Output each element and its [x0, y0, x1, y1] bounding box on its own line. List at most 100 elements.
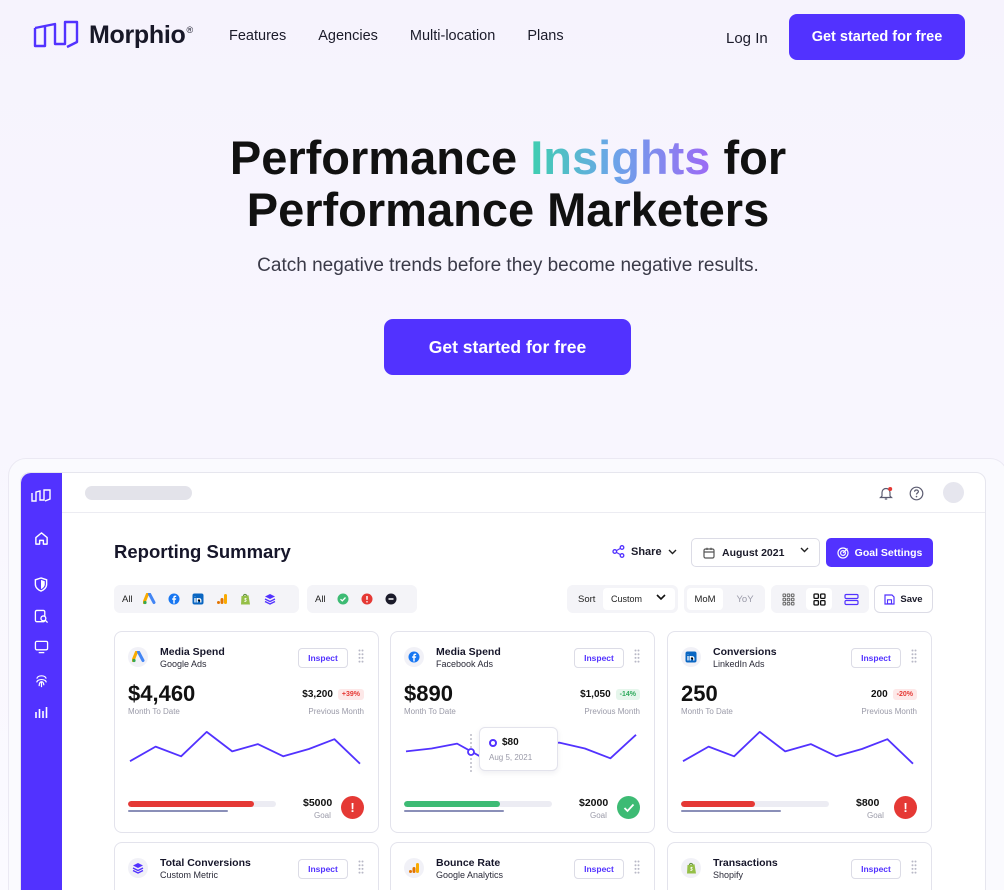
nav-links: Features Agencies Multi-location Plans: [229, 28, 596, 44]
nav-link-plans[interactable]: Plans: [527, 28, 563, 44]
sidebar-logo-icon[interactable]: [31, 486, 51, 506]
goal-settings-label: Goal Settings: [854, 546, 923, 559]
tooltip-value: $80: [502, 737, 519, 748]
change-badge: -20%: [892, 689, 917, 700]
nav-link-features[interactable]: Features: [229, 28, 286, 44]
save-icon: [884, 593, 896, 605]
goal-settings-button[interactable]: Goal Settings: [826, 538, 933, 567]
filter-all-status[interactable]: All: [315, 594, 326, 605]
tooltip-dot: [489, 739, 497, 747]
card-source: Facebook Ads: [436, 659, 494, 669]
check-circle-icon[interactable]: [336, 592, 350, 606]
shopify-icon[interactable]: [239, 592, 253, 606]
card-value-label: Month To Date: [681, 707, 733, 716]
card-previous-label: Previous Month: [584, 707, 640, 716]
share-label: Share: [631, 545, 662, 558]
date-label: August 2021: [722, 546, 785, 559]
card-previous: 200 -20%: [871, 689, 917, 700]
card-value-label: Month To Date: [128, 707, 180, 716]
layers-icon[interactable]: [263, 592, 277, 606]
analytics-icon[interactable]: [215, 592, 229, 606]
sort-select[interactable]: Custom: [603, 588, 675, 610]
nav-get-started-button[interactable]: Get started for free: [789, 14, 965, 60]
save-button[interactable]: Save: [874, 585, 933, 613]
metric-card-google-media-spend: Media Spend Google Ads Inspect $4,460 Mo…: [114, 631, 379, 833]
check-icon[interactable]: [617, 796, 640, 819]
analytics-icon: [404, 858, 424, 878]
chart-tooltip: $80 Aug 5, 2021: [479, 727, 558, 771]
report-search-icon[interactable]: [31, 606, 51, 626]
card-previous: $3,200 +39%: [302, 689, 364, 700]
card-title: Bounce Rate: [436, 857, 501, 869]
google-ads-icon: [128, 647, 148, 667]
sort-control: Sort Custom: [567, 585, 678, 613]
linkedin-icon[interactable]: [191, 592, 205, 606]
drag-handle-icon[interactable]: [911, 860, 917, 874]
previous-progress-line: [128, 810, 228, 812]
drag-handle-icon[interactable]: [358, 649, 364, 663]
card-previous-label: Previous Month: [861, 707, 917, 716]
view-mode-toggle: [771, 585, 869, 613]
platform-filter-group: All: [114, 585, 299, 613]
inspect-button[interactable]: Inspect: [298, 648, 348, 668]
inspect-button[interactable]: Inspect: [851, 859, 901, 879]
alert-circle-icon[interactable]: [360, 592, 374, 606]
nav-link-multi-location[interactable]: Multi-location: [410, 28, 495, 44]
card-title: Total Conversions: [160, 857, 251, 869]
shield-icon[interactable]: [31, 574, 51, 594]
card-source: Google Analytics: [436, 870, 504, 880]
card-title: Conversions: [713, 646, 777, 658]
home-icon[interactable]: [31, 528, 51, 548]
layers-icon: [128, 858, 148, 878]
bell-icon[interactable]: [877, 484, 895, 502]
grid-view-icon[interactable]: [806, 588, 832, 610]
hero-get-started-button[interactable]: Get started for free: [384, 319, 631, 375]
card-source: Google Ads: [160, 659, 207, 669]
share-button[interactable]: Share: [612, 545, 677, 558]
previous-progress-line: [681, 810, 781, 812]
avatar[interactable]: [943, 482, 964, 503]
goal-value: $2000: [579, 797, 609, 809]
status-filter-group: All: [307, 585, 417, 613]
drag-handle-icon[interactable]: [634, 649, 640, 663]
goal-value: $800: [856, 797, 880, 809]
monitor-icon[interactable]: [31, 637, 51, 657]
goal-progress-bar: [404, 801, 552, 807]
nav-link-agencies[interactable]: Agencies: [318, 28, 378, 44]
minus-circle-icon[interactable]: [384, 592, 398, 606]
inspect-button[interactable]: Inspect: [574, 859, 624, 879]
inspect-button[interactable]: Inspect: [298, 859, 348, 879]
bar-chart-icon[interactable]: [31, 702, 51, 722]
login-link[interactable]: Log In: [726, 30, 768, 47]
goal-progress-bar: [681, 801, 829, 807]
goal-label: Goal: [590, 811, 607, 820]
card-source: Custom Metric: [160, 870, 219, 880]
yoy-toggle[interactable]: YoY: [728, 588, 762, 610]
hero-title-highlight: Insights: [530, 131, 711, 184]
list-view-icon[interactable]: [838, 588, 864, 610]
google-ads-icon[interactable]: [143, 592, 157, 606]
search-placeholder-bar[interactable]: [85, 486, 192, 500]
date-picker[interactable]: August 2021: [691, 538, 820, 567]
grid-small-view-icon[interactable]: [775, 588, 801, 610]
logo[interactable]: Morphio®: [33, 20, 193, 50]
alert-icon[interactable]: !: [341, 796, 364, 819]
drag-handle-icon[interactable]: [358, 860, 364, 874]
goal-label: Goal: [867, 811, 884, 820]
card-previous: $1,050 -14%: [580, 689, 640, 700]
drag-handle-icon[interactable]: [634, 860, 640, 874]
change-badge: -14%: [615, 689, 640, 700]
inspect-button[interactable]: Inspect: [851, 648, 901, 668]
dashboard-preview: Reporting Summary Share August 2021 Goal…: [20, 472, 986, 890]
mom-toggle[interactable]: MoM: [687, 588, 723, 610]
help-icon[interactable]: [907, 484, 925, 502]
fingerprint-icon[interactable]: [31, 670, 51, 690]
inspect-button[interactable]: Inspect: [574, 648, 624, 668]
metric-card-total-conversions: Total Conversions Custom Metric Inspect: [114, 842, 379, 890]
drag-handle-icon[interactable]: [911, 649, 917, 663]
facebook-icon[interactable]: [167, 592, 181, 606]
card-value: $4,460: [128, 681, 196, 706]
filter-all-platforms[interactable]: All: [122, 594, 133, 605]
linkedin-icon: [681, 647, 701, 667]
alert-icon[interactable]: !: [894, 796, 917, 819]
